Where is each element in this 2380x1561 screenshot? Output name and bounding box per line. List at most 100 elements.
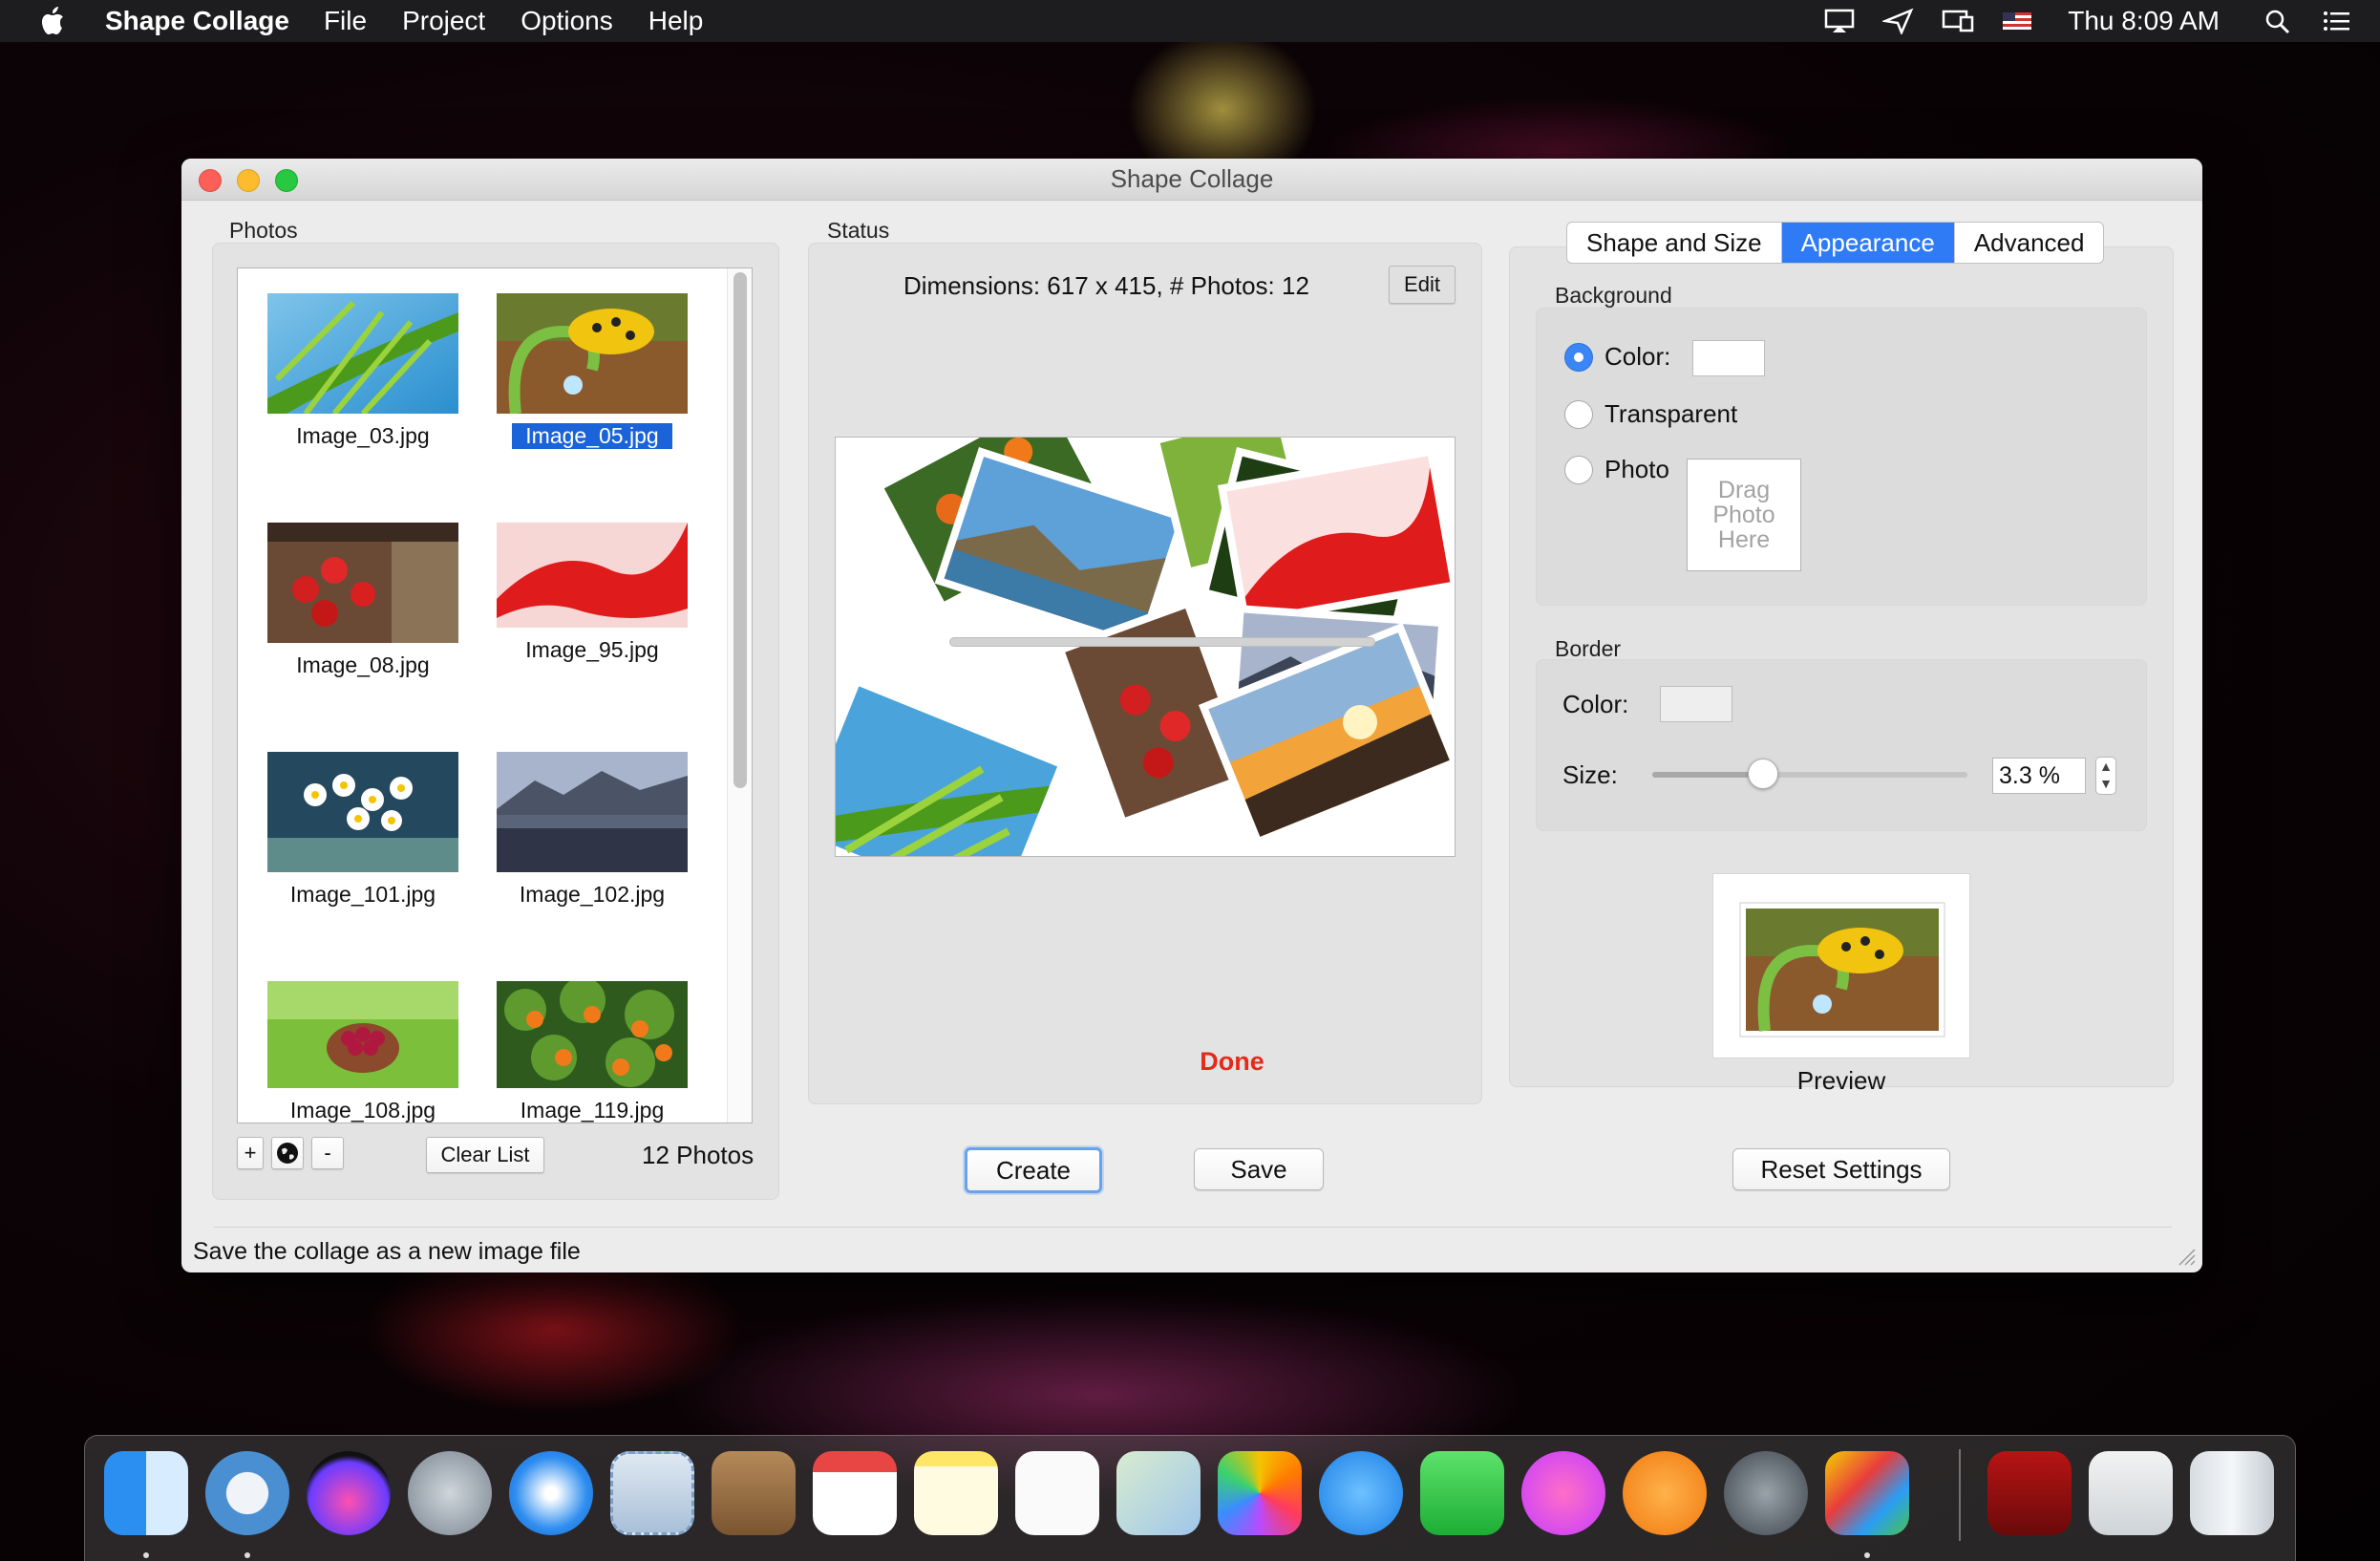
- photo-thumbnail: [497, 752, 688, 872]
- drop-text: Photo: [1712, 502, 1775, 528]
- facetime-icon[interactable]: [1420, 1451, 1504, 1535]
- photo-name: Image_101.jpg: [289, 882, 436, 907]
- title-bar[interactable]: Shape Collage: [181, 159, 2202, 201]
- photo-name: Image_119.jpg: [520, 1098, 665, 1123]
- globe-icon: [277, 1143, 298, 1164]
- maps-icon[interactable]: [1116, 1451, 1201, 1535]
- radio-button[interactable]: [1564, 455, 1593, 484]
- photos-icon[interactable]: [1218, 1451, 1302, 1535]
- list-item[interactable]: Image_08.jpg: [263, 523, 463, 678]
- collage-preview: [835, 437, 1456, 857]
- border-size-stepper[interactable]: ▲ ▼: [2095, 757, 2116, 795]
- launchpad-icon[interactable]: [408, 1451, 492, 1535]
- photo-thumbnail: [267, 981, 458, 1088]
- radio-button[interactable]: [1564, 342, 1593, 372]
- resize-grip-icon[interactable]: [2176, 1246, 2197, 1267]
- radio-label: Color:: [1604, 342, 1671, 371]
- preview-image: [1739, 902, 1945, 1037]
- acrobat-icon[interactable]: [1987, 1451, 2072, 1535]
- preview-label: Preview: [1796, 1066, 1886, 1095]
- list-item[interactable]: Image_119.jpg: [492, 977, 692, 1123]
- slider-knob[interactable]: [1747, 759, 1778, 789]
- border-group: [1536, 659, 2147, 831]
- photo-name: Image_05.jpg: [512, 423, 672, 449]
- display-icon[interactable]: [1942, 8, 1974, 34]
- shape-collage-icon[interactable]: [1825, 1451, 1909, 1535]
- reminders-icon[interactable]: [1015, 1451, 1099, 1535]
- menu-help[interactable]: Help: [648, 6, 704, 36]
- border-size-slider[interactable]: [1652, 759, 1967, 789]
- photo-list[interactable]: Image_03.jpg Image_05.jpg Image_08.jpg I…: [237, 267, 753, 1123]
- add-web-photo-button[interactable]: [271, 1137, 304, 1169]
- directory-utility-icon[interactable]: [205, 1451, 289, 1535]
- photo-thumbnail: [497, 977, 688, 1088]
- photo-name: Image_102.jpg: [519, 882, 666, 907]
- finder-icon[interactable]: [104, 1451, 188, 1535]
- clear-list-button[interactable]: Clear List: [426, 1137, 544, 1173]
- running-indicator: [244, 1552, 250, 1558]
- photo-list-scrollbar[interactable]: [727, 268, 752, 1123]
- list-item[interactable]: Image_95.jpg: [492, 523, 692, 663]
- menu-project[interactable]: Project: [402, 6, 485, 36]
- scrollbar-thumb[interactable]: [733, 272, 747, 788]
- radio-button[interactable]: [1564, 399, 1593, 429]
- safari-icon[interactable]: [509, 1451, 593, 1535]
- preview-app-icon[interactable]: [2089, 1451, 2173, 1535]
- remove-photo-button[interactable]: -: [311, 1137, 344, 1169]
- photo-name: Image_108.jpg: [289, 1098, 436, 1123]
- minimize-button[interactable]: [237, 169, 260, 192]
- system-preferences-icon[interactable]: [1724, 1451, 1808, 1535]
- collage-image: [836, 438, 1455, 856]
- save-button[interactable]: Save: [1194, 1148, 1324, 1190]
- close-button[interactable]: [199, 169, 222, 192]
- calendar-icon[interactable]: [813, 1451, 897, 1535]
- list-item[interactable]: Image_108.jpg: [263, 981, 463, 1123]
- window-title: Shape Collage: [1110, 164, 1274, 193]
- notes-icon[interactable]: [914, 1451, 998, 1535]
- photo-name: Image_03.jpg: [296, 423, 430, 448]
- tab-shape-and-size[interactable]: Shape and Size: [1567, 223, 1782, 263]
- background-photo-option[interactable]: Photo: [1564, 455, 1669, 484]
- us-flag-icon[interactable]: [2001, 8, 2033, 34]
- background-color-option[interactable]: Color:: [1564, 342, 1670, 372]
- menu-file[interactable]: File: [324, 6, 367, 36]
- add-photo-button[interactable]: +: [237, 1137, 264, 1169]
- spotlight-search-icon[interactable]: [2262, 8, 2294, 34]
- list-item[interactable]: Image_101.jpg: [263, 752, 463, 908]
- background-transparent-option[interactable]: Transparent: [1564, 399, 1737, 429]
- itunes-icon[interactable]: [1521, 1451, 1605, 1535]
- app-menu[interactable]: Shape Collage: [105, 6, 289, 36]
- contacts-icon[interactable]: [712, 1451, 796, 1535]
- tab-appearance[interactable]: Appearance: [1781, 223, 1955, 263]
- border-color-well[interactable]: [1660, 686, 1732, 722]
- screen-share-icon[interactable]: [1823, 8, 1856, 34]
- running-indicator: [143, 1552, 149, 1558]
- create-button[interactable]: Create: [965, 1147, 1102, 1193]
- zoom-button[interactable]: [275, 169, 298, 192]
- border-size-field[interactable]: 3.3 %: [1992, 758, 2086, 794]
- tab-advanced[interactable]: Advanced: [1955, 223, 2104, 263]
- messages-icon[interactable]: [1319, 1451, 1403, 1535]
- photo-thumbnail: [267, 752, 458, 872]
- progress-bar: [949, 637, 1375, 647]
- mail-icon[interactable]: [610, 1451, 694, 1535]
- border-size-label: Size:: [1562, 760, 1618, 789]
- notification-center-icon[interactable]: [2321, 8, 2353, 34]
- photos-group-label: Photos: [229, 218, 298, 243]
- background-photo-drop-well[interactable]: Drag Photo Here: [1687, 459, 1801, 571]
- send-icon[interactable]: [1882, 8, 1915, 34]
- photo-thumbnail: [497, 293, 688, 415]
- menu-options[interactable]: Options: [521, 6, 613, 36]
- menubar-clock[interactable]: Thu 8:09 AM: [2068, 6, 2220, 36]
- siri-icon[interactable]: [307, 1451, 391, 1535]
- reset-settings-button[interactable]: Reset Settings: [1732, 1148, 1950, 1190]
- list-item[interactable]: Image_05.jpg: [492, 293, 692, 449]
- trash-icon[interactable]: [2190, 1451, 2274, 1535]
- background-color-well[interactable]: [1692, 340, 1765, 376]
- edit-dimensions-button[interactable]: Edit: [1389, 266, 1456, 304]
- list-item[interactable]: Image_102.jpg: [492, 752, 692, 908]
- ibooks-icon[interactable]: [1623, 1451, 1707, 1535]
- list-item[interactable]: Image_03.jpg: [263, 293, 463, 449]
- border-group-label: Border: [1555, 636, 1622, 661]
- apple-icon[interactable]: [40, 7, 65, 35]
